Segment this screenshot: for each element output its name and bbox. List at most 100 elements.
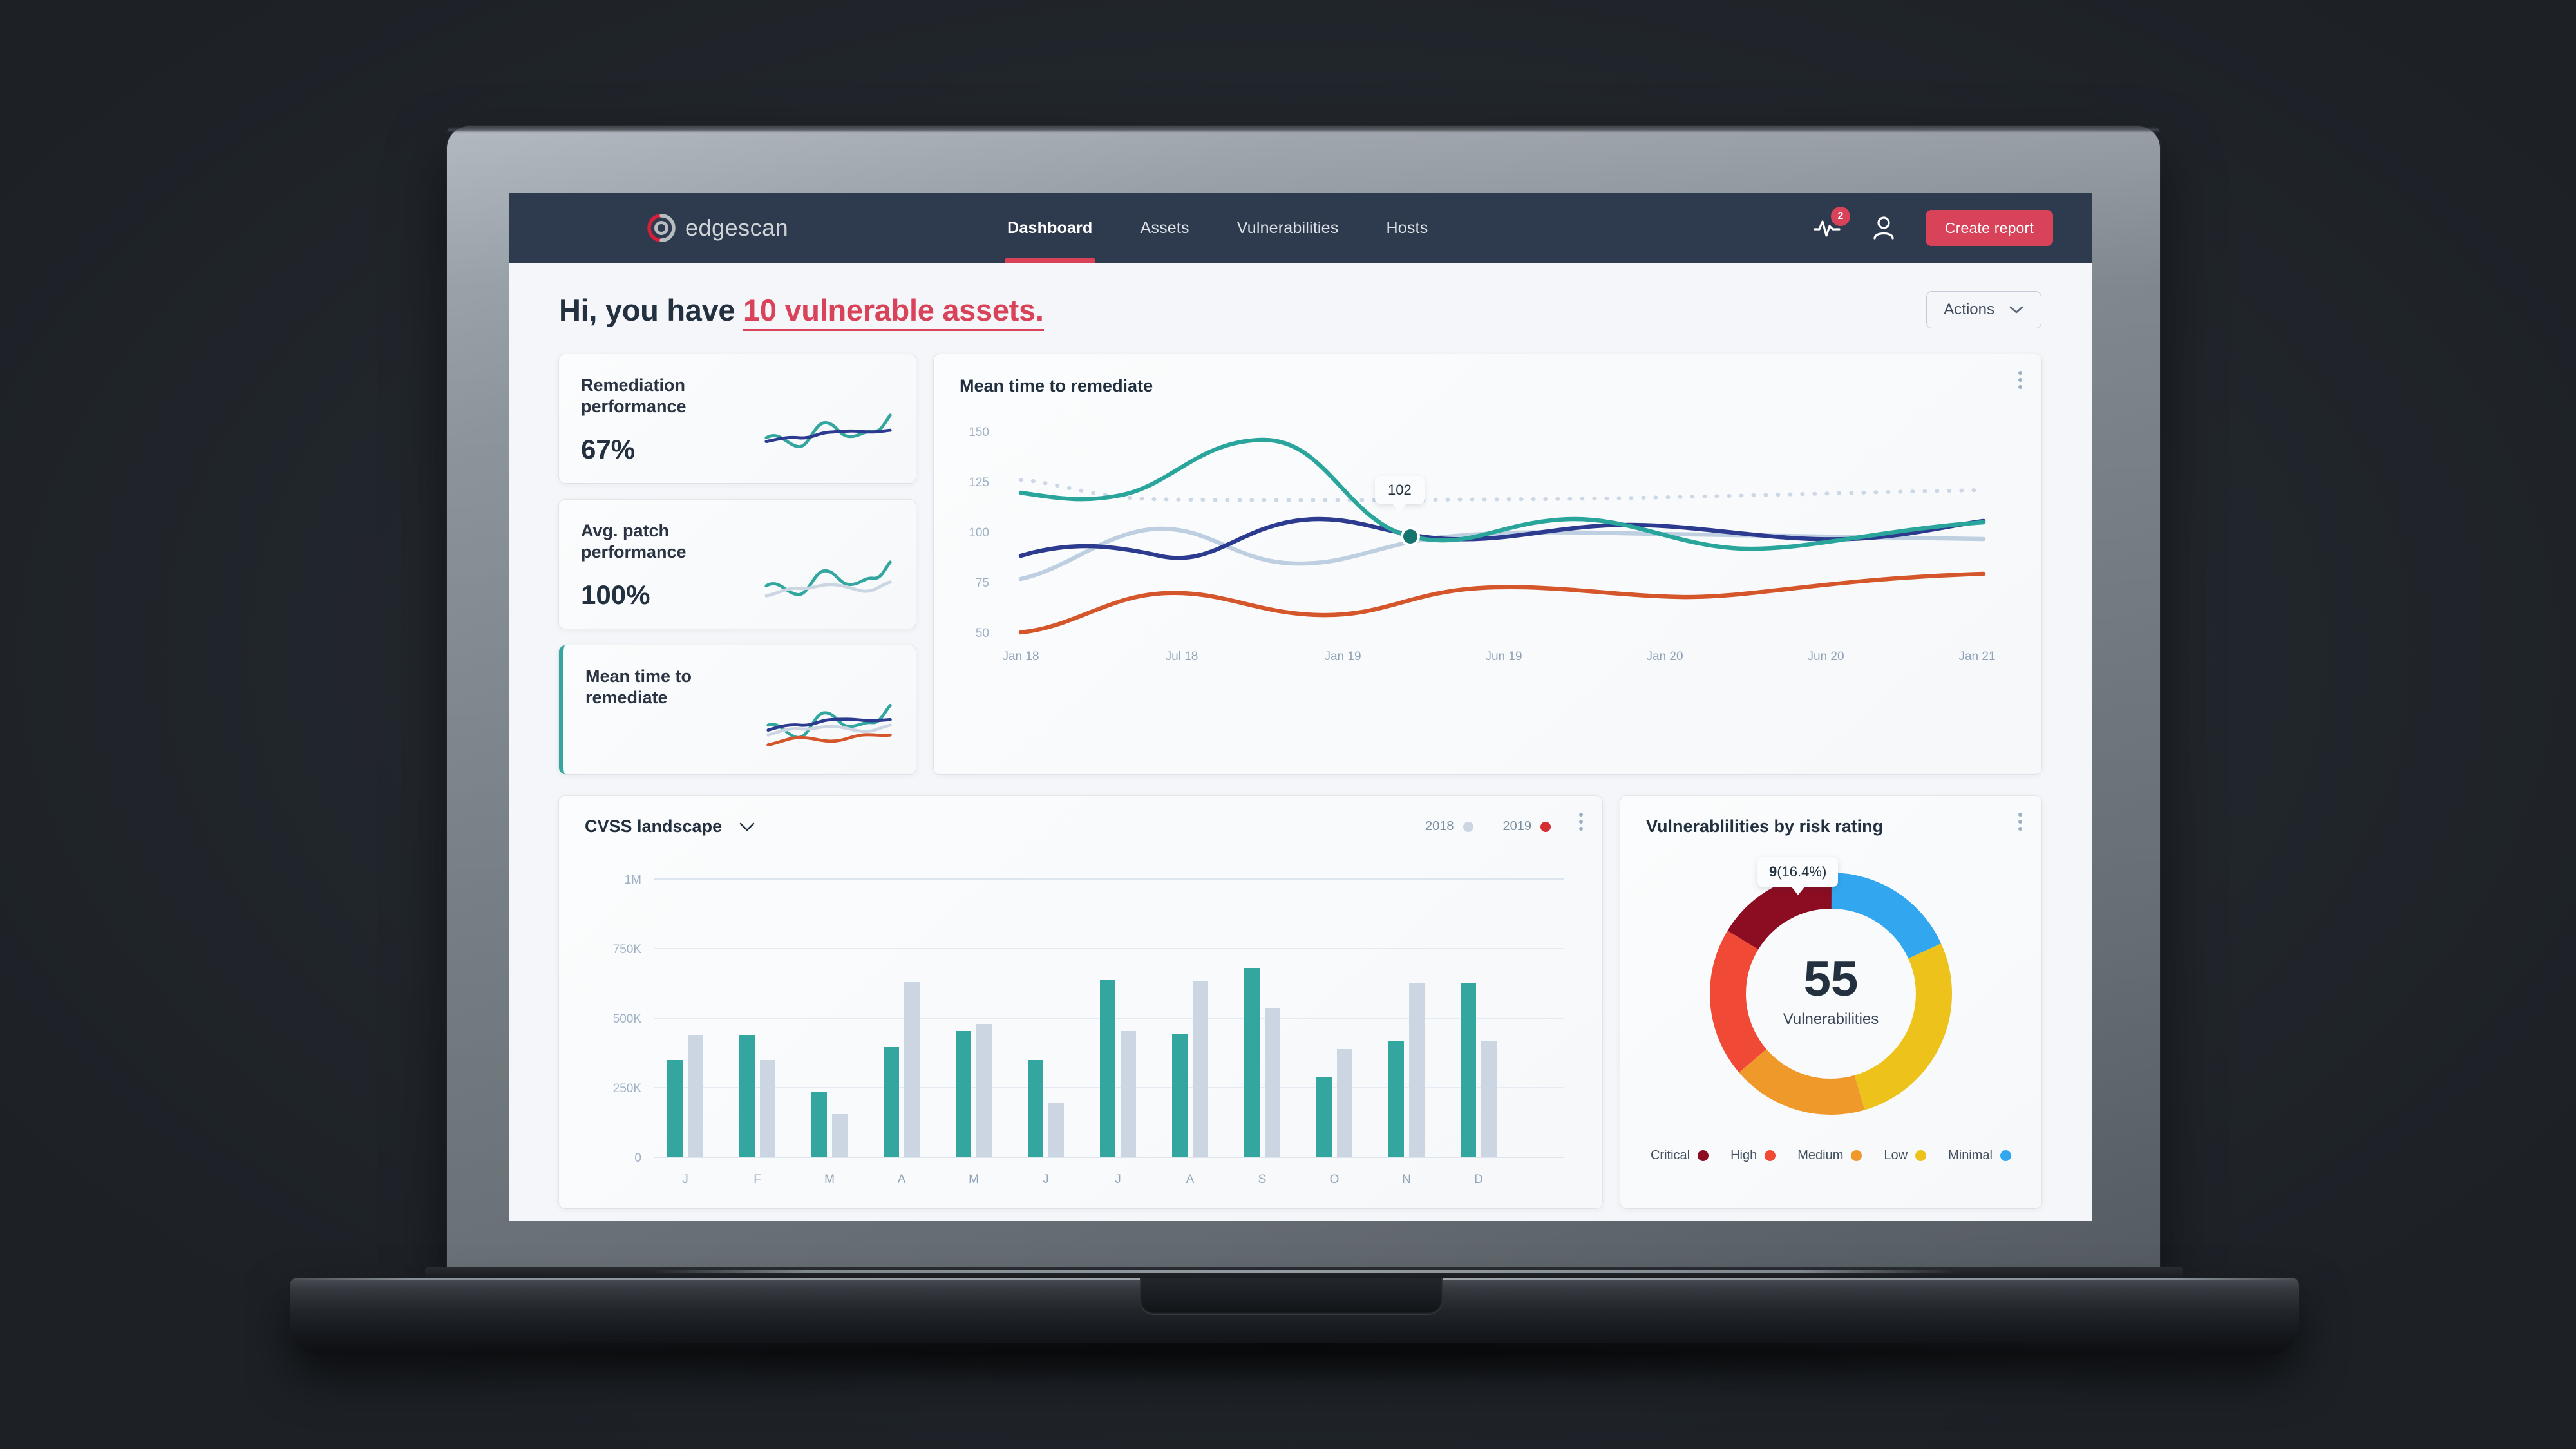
actions-label: Actions xyxy=(1944,301,1994,318)
donut-center: 55 Vulnerabilities xyxy=(1646,955,2016,1028)
laptop-screen: edgescan Dashboard Assets Vulnerabilitie… xyxy=(509,193,2092,1221)
legend-item-minimal[interactable]: Minimal xyxy=(1948,1148,2011,1163)
laptop-drop-shadow xyxy=(335,1343,2254,1381)
nav-label-hosts: Hosts xyxy=(1386,218,1428,237)
laptop-front-notch xyxy=(1140,1278,1443,1315)
legend-dot-low xyxy=(1915,1150,1927,1161)
chevron-down-icon[interactable] xyxy=(739,819,755,835)
cvss-legend-2019-label: 2019 xyxy=(1502,819,1532,833)
edgescan-logo-icon xyxy=(647,214,676,242)
legend-dot-minimal xyxy=(2000,1150,2011,1161)
svg-text:O: O xyxy=(1330,1173,1340,1186)
cvss-legend-2018-dot xyxy=(1463,821,1473,832)
svg-text:N: N xyxy=(1402,1173,1411,1186)
mean-time-to-remediate-card: Mean time to remediate 150 125 100 75 50 xyxy=(934,354,2041,774)
legend-item-medium[interactable]: Medium xyxy=(1797,1148,1862,1163)
bar-group-apr: A xyxy=(884,982,920,1186)
actions-button[interactable]: Actions xyxy=(1926,291,2041,328)
svg-text:J: J xyxy=(1115,1173,1121,1186)
sparkline-mttr xyxy=(766,703,892,747)
bar-group-aug: A xyxy=(1172,981,1208,1186)
create-report-button[interactable]: Create report xyxy=(1925,210,2053,246)
kpi-card-mean-time-to-remediate[interactable]: Mean time to remediate xyxy=(559,645,916,774)
legend-label-low: Low xyxy=(1884,1148,1908,1162)
kpi-title-remediation: Remediation performance xyxy=(581,375,687,416)
svg-text:0: 0 xyxy=(634,1151,641,1165)
svg-text:1M: 1M xyxy=(625,873,641,887)
legend-item-high[interactable]: High xyxy=(1730,1148,1776,1163)
kpi-card-avg-patch-performance[interactable]: Avg. patch performance 100% xyxy=(559,500,916,629)
greeting-prefix: Hi, you have xyxy=(559,292,744,327)
svg-text:Jun 20: Jun 20 xyxy=(1807,650,1844,661)
legend-dot-high xyxy=(1765,1150,1776,1161)
activity-button[interactable]: 2 xyxy=(1812,207,1850,243)
mttr-card-title: Mean time to remediate xyxy=(960,376,1153,395)
sparkline-remediation xyxy=(764,413,892,448)
legend-item-critical[interactable]: Critical xyxy=(1651,1148,1709,1163)
svg-text:75: 75 xyxy=(976,576,989,590)
greeting-highlight[interactable]: 10 vulnerable assets. xyxy=(743,292,1044,331)
laptop-mockup: edgescan Dashboard Assets Vulnerabilitie… xyxy=(0,0,2576,1449)
mttr-kebab-menu-icon[interactable] xyxy=(2018,371,2022,389)
bar-group-dec: D xyxy=(1461,983,1497,1186)
svg-text:250K: 250K xyxy=(613,1082,642,1095)
kpi-title-patch: Avg. patch performance xyxy=(581,521,687,562)
donut-kebab-menu-icon[interactable] xyxy=(2018,813,2022,831)
nav-item-dashboard[interactable]: Dashboard xyxy=(1005,193,1095,263)
cvss-legend-2018[interactable]: 2018 xyxy=(1425,819,1473,834)
page-title: Hi, you have 10 vulnerable assets. xyxy=(559,292,1044,331)
cvss-kebab-menu-icon[interactable] xyxy=(1579,813,1583,831)
legend-label-minimal: Minimal xyxy=(1948,1148,1993,1162)
account-button[interactable] xyxy=(1869,213,1899,243)
nav-label-dashboard: Dashboard xyxy=(1007,218,1093,237)
bar-group-sep: S xyxy=(1244,968,1280,1186)
legend-label-critical: Critical xyxy=(1650,1148,1690,1162)
donut-legend: Critical High Medium Low Minimal xyxy=(1646,1148,2016,1163)
legend-item-low[interactable]: Low xyxy=(1884,1148,1927,1163)
mttr-line-chart: 150 125 100 75 50 Jan 18 Jul 18 Jan 19 J… xyxy=(969,426,1995,663)
cvss-landscape-card: CVSS landscape 2018 2019 1M 750K 500K 25… xyxy=(559,796,1602,1208)
cvss-card-title: CVSS landscape xyxy=(585,817,723,836)
bar-group-jan: J xyxy=(667,1035,703,1186)
nav-item-hosts[interactable]: Hosts xyxy=(1386,193,1428,263)
kpi-column: Remediation performance 67% Avg. patch p… xyxy=(559,354,916,774)
chevron-down-icon xyxy=(2009,306,2023,314)
cvss-title-wrap[interactable]: CVSS landscape xyxy=(585,817,755,837)
kpi-card-remediation-performance[interactable]: Remediation performance 67% xyxy=(559,354,916,483)
cvss-legend-2018-label: 2018 xyxy=(1425,819,1454,833)
svg-text:100: 100 xyxy=(969,526,989,540)
svg-text:150: 150 xyxy=(969,426,989,439)
cvss-legend-2019[interactable]: 2019 xyxy=(1503,819,1551,834)
bar-group-oct: O xyxy=(1316,1049,1352,1186)
legend-dot-critical xyxy=(1698,1150,1709,1161)
page-content: Hi, you have 10 vulnerable assets. Actio… xyxy=(509,263,2092,1208)
svg-text:A: A xyxy=(1186,1173,1195,1186)
edgescan-dashboard-app: edgescan Dashboard Assets Vulnerabilitie… xyxy=(509,193,2092,1221)
donut-tooltip-pct: (16.4%) xyxy=(1777,864,1827,880)
donut-center-label: Vulnerabilities xyxy=(1783,1010,1879,1028)
top-row: Remediation performance 67% Avg. patch p… xyxy=(559,354,2041,774)
svg-text:M: M xyxy=(969,1173,979,1186)
bar-group-nov: N xyxy=(1388,983,1425,1186)
brand-name: edgescan xyxy=(685,214,789,241)
nav-label-vulnerabilities: Vulnerabilities xyxy=(1236,218,1339,237)
laptop-hinge-highlight xyxy=(650,1270,1958,1273)
page-header: Hi, you have 10 vulnerable assets. Actio… xyxy=(559,291,2041,331)
donut-tooltip-value: 9 xyxy=(1769,864,1777,880)
svg-text:Jan 20: Jan 20 xyxy=(1646,650,1683,661)
svg-text:Jun 19: Jun 19 xyxy=(1485,650,1522,661)
vulnerabilities-by-risk-rating-card: Vulnerablilities by risk rating 9(16.4%) xyxy=(1620,796,2041,1208)
cvss-legend-2019-dot xyxy=(1540,821,1551,832)
nav-item-vulnerabilities[interactable]: Vulnerabilities xyxy=(1237,193,1339,263)
user-icon xyxy=(1873,216,1894,240)
svg-text:125: 125 xyxy=(969,476,989,489)
svg-text:Jan 18: Jan 18 xyxy=(1002,650,1039,661)
kpi-value-patch: 100% xyxy=(581,579,650,610)
legend-dot-medium xyxy=(1851,1150,1862,1161)
svg-text:F: F xyxy=(753,1173,761,1186)
nav-links: Dashboard Assets Vulnerabilities Hosts xyxy=(1005,193,1428,263)
kpi-text-mttr: Mean time to remediate xyxy=(585,666,764,708)
nav-item-assets[interactable]: Assets xyxy=(1141,193,1189,263)
brand-logo[interactable]: edgescan xyxy=(647,213,788,243)
svg-text:M: M xyxy=(824,1173,835,1186)
